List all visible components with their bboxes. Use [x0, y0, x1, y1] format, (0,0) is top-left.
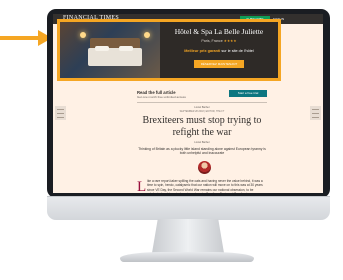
ad-tagline: Meilleur prix garanti sur le site de l'h… — [160, 49, 278, 53]
hotel-ad-banner[interactable]: Hôtel & Spa La Belle Juliette Paris, Fra… — [57, 19, 281, 81]
article-standfirst: Thinking of Britain as a plucky little i… — [138, 147, 266, 156]
free-trial-button[interactable]: Start a free trial — [229, 90, 267, 97]
book-now-button[interactable]: RÉSERVEZ MAINTENANT — [194, 60, 244, 68]
drop-cap: L — [137, 179, 147, 194]
article-headline: Brexiteers must stop trying to refight t… — [142, 115, 262, 138]
article-byline[interactable]: Lionel Barber — [137, 141, 267, 144]
ad-tagline-rest: sur le site de l'hôtel — [220, 49, 254, 53]
monitor-stand-base — [120, 252, 254, 262]
hotel-room-photo — [60, 22, 160, 78]
next-article-arrow[interactable] — [310, 106, 321, 120]
author-avatar — [198, 161, 211, 174]
prev-article-arrow[interactable] — [55, 106, 66, 120]
highlight-arrow-icon — [0, 30, 52, 46]
monitor-chin — [47, 196, 330, 220]
article-body: ike a rare report-taker spilling the oat… — [147, 179, 264, 193]
ad-text-panel: Hôtel & Spa La Belle Juliette Paris, Fra… — [160, 22, 278, 78]
hotel-location-row: Paris, France ★★★★ — [160, 39, 278, 43]
monitor-stand — [152, 219, 224, 253]
author-name[interactable]: Lionel Barber — [137, 106, 267, 109]
hotel-name: Hôtel & Spa La Belle Juliette — [174, 27, 264, 36]
read-full-subtitle: Get one month free unlimited access — [137, 95, 186, 99]
divider — [137, 102, 267, 103]
ad-tagline-accent: Meilleur prix garanti — [184, 49, 221, 53]
browser-screen: FINANCIAL TIMES SUBSCRIBE SIGN IN Hôtel … — [53, 14, 323, 193]
article-date: SEPTEMBER 28 2018 | EDITOR, THE FT — [179, 110, 225, 113]
hotel-location: Paris, France — [201, 39, 223, 43]
star-rating-icon: ★★★★ — [223, 39, 237, 43]
